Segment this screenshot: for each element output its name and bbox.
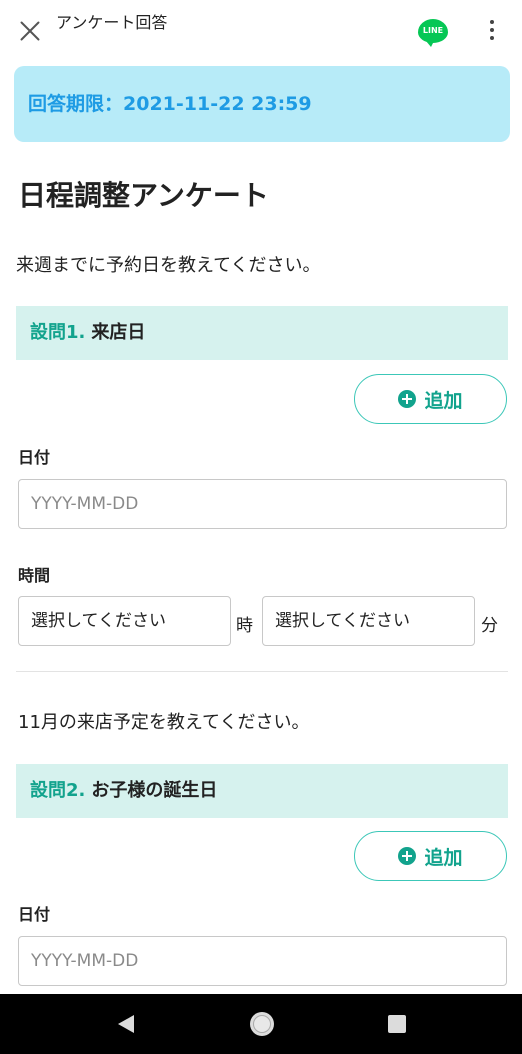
survey-screen: アンケート回答 LINE 回答期限：2021-11-22 23:59 日程調整ア… bbox=[0, 0, 522, 1054]
question-2-header: 設問2. お子様の誕生日 bbox=[16, 764, 508, 818]
add-button-q2[interactable]: 追加 bbox=[354, 831, 507, 881]
add-button-label: 追加 bbox=[424, 389, 463, 412]
plus-circle-icon bbox=[398, 847, 417, 865]
question-label: お子様の誕生日 bbox=[91, 780, 218, 801]
header-title: アンケート回答 bbox=[56, 13, 168, 32]
nav-recent-icon[interactable] bbox=[388, 1015, 406, 1033]
time-label: 時間 bbox=[18, 566, 51, 585]
system-nav-bar bbox=[0, 994, 522, 1054]
nav-back-icon[interactable] bbox=[118, 1015, 134, 1033]
app-header: アンケート回答 LINE bbox=[0, 0, 522, 60]
survey-description: 来週までに予約日を教えてください。 bbox=[16, 255, 321, 276]
more-vertical-icon[interactable] bbox=[484, 17, 500, 43]
plus-circle-icon bbox=[398, 390, 417, 408]
hour-select[interactable]: 選択してください bbox=[18, 596, 231, 646]
date-label: 日付 bbox=[18, 905, 51, 924]
minute-select[interactable]: 選択してください bbox=[262, 596, 475, 646]
question-2-intro: 11月の来店予定を教えてください。 bbox=[18, 712, 310, 733]
date-input-q1[interactable]: YYYY-MM-DD bbox=[18, 479, 507, 529]
date-label: 日付 bbox=[18, 448, 51, 467]
survey-title: 日程調整アンケート bbox=[18, 179, 269, 212]
date-input-q2[interactable]: YYYY-MM-DD bbox=[18, 936, 507, 986]
question-number: 設問2. bbox=[30, 780, 86, 801]
nav-home-icon[interactable] bbox=[250, 1012, 274, 1036]
divider bbox=[16, 671, 508, 672]
minute-unit: 分 bbox=[481, 616, 498, 636]
line-icon[interactable]: LINE bbox=[418, 19, 448, 47]
question-number: 設問1. bbox=[30, 322, 86, 343]
close-icon[interactable] bbox=[16, 18, 44, 46]
add-button-q1[interactable]: 追加 bbox=[354, 374, 507, 424]
add-button-label: 追加 bbox=[424, 846, 463, 869]
deadline-banner: 回答期限：2021-11-22 23:59 bbox=[14, 66, 510, 142]
hour-unit: 時 bbox=[236, 616, 253, 636]
question-1-header: 設問1. 来店日 bbox=[16, 306, 508, 360]
question-label: 来店日 bbox=[91, 322, 146, 343]
